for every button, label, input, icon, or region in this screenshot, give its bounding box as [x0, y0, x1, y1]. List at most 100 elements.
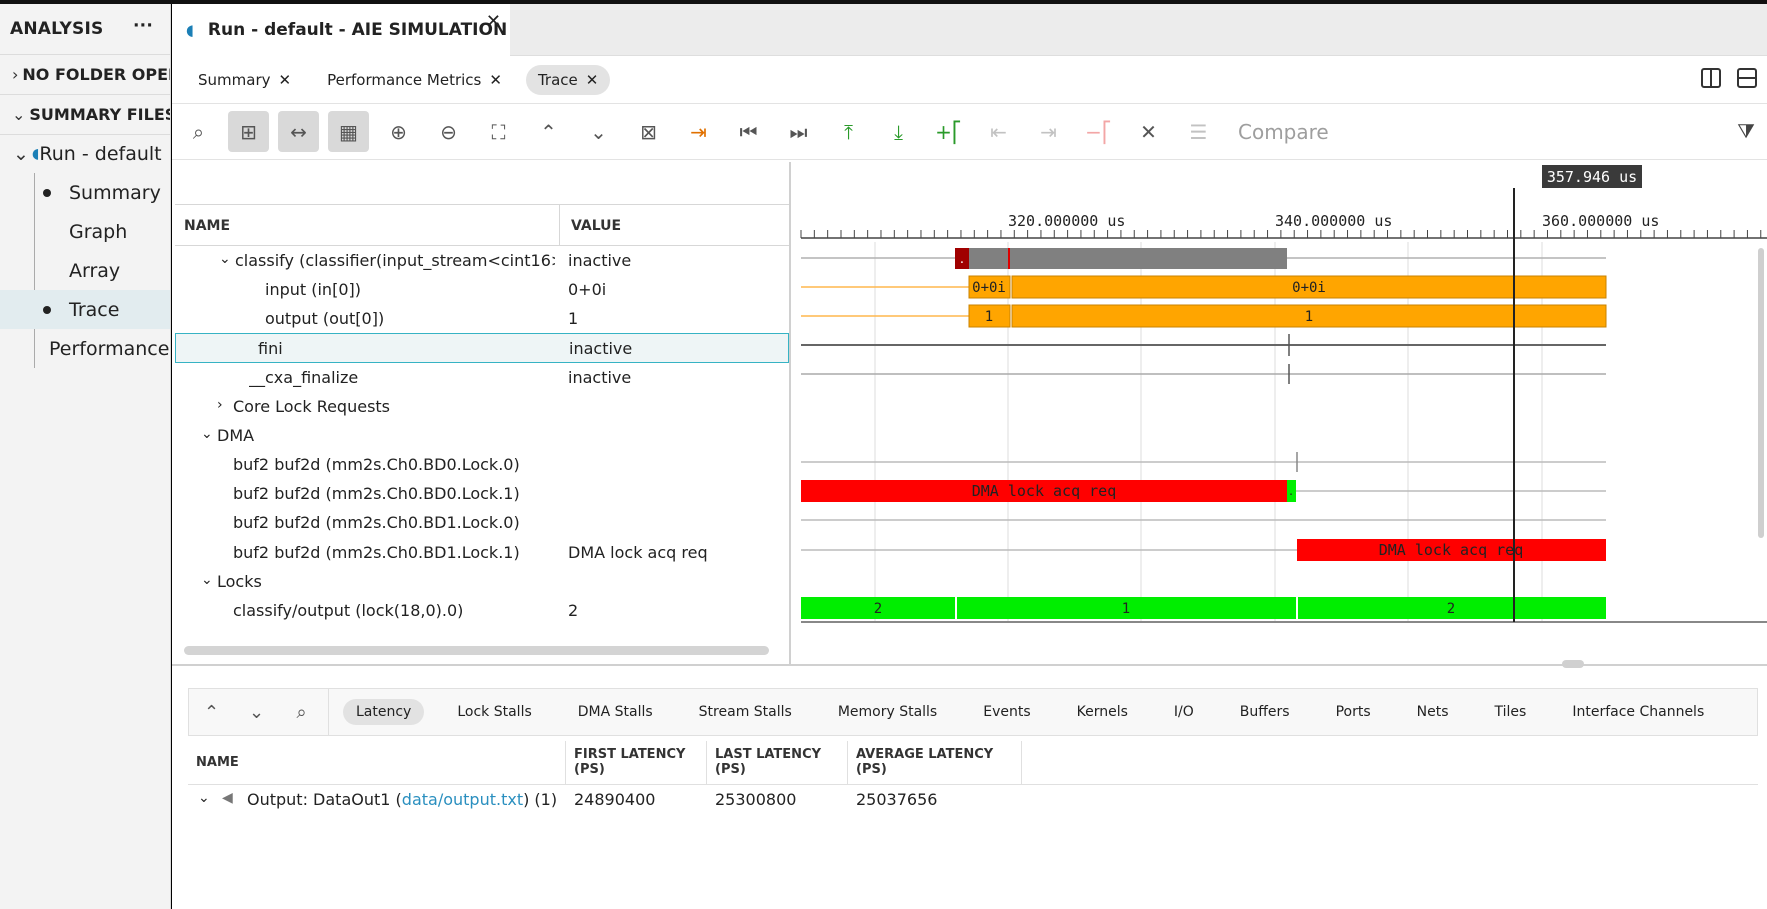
- trace-row[interactable]: __cxa_finalize inactive: [175, 363, 789, 393]
- clear-filter-icon[interactable]: ⊠: [628, 111, 669, 152]
- trace-row[interactable]: ⌄ DMA: [175, 421, 789, 451]
- split-vertical-icon[interactable]: [1701, 68, 1721, 88]
- trace-row[interactable]: input (in[0]) 0+0i: [175, 275, 789, 305]
- search-icon[interactable]: ⌕: [279, 702, 324, 723]
- tree-children: Summary Graph Array Trace Performance Me…: [0, 173, 170, 368]
- sidebar-item-trace[interactable]: Trace: [0, 290, 170, 329]
- tab-dma-stalls[interactable]: DMA Stalls: [565, 699, 666, 725]
- classify-active-bar: [955, 248, 1287, 269]
- chevron-down-icon[interactable]: ⌄: [198, 790, 210, 806]
- waveform-panel[interactable]: 357.946 us 320.000000 us 340.000000 us 3…: [793, 162, 1767, 664]
- expand-all-icon[interactable]: ⌄: [578, 111, 619, 152]
- toolbar-separator: [328, 689, 329, 735]
- first-transition-icon[interactable]: ⏮: [728, 111, 769, 152]
- zoom-out-icon[interactable]: ⊖: [428, 111, 469, 152]
- tab-summary[interactable]: Summary ✕: [186, 65, 303, 95]
- tab-buffers[interactable]: Buffers: [1227, 699, 1303, 725]
- close-icon[interactable]: ✕: [586, 71, 599, 89]
- trace-row[interactable]: buf2 buf2d (mm2s.Ch0.BD0.Lock.1): [175, 479, 789, 509]
- close-icon[interactable]: ✕: [489, 71, 502, 89]
- lock-label-b: 1: [1122, 601, 1130, 617]
- no-folder-section[interactable]: › NO FOLDER OPENED: [0, 54, 170, 94]
- chevron-down-icon[interactable]: ⌄: [201, 572, 213, 588]
- tab-events[interactable]: Events: [970, 699, 1043, 725]
- dma-ack-dot: .: [1289, 484, 1293, 498]
- more-actions-icon[interactable]: ···: [133, 16, 153, 36]
- zoom-in-icon[interactable]: ⊕: [378, 111, 419, 152]
- cursor-time-label: 357.946 us: [1547, 168, 1637, 186]
- tab-tiles[interactable]: Tiles: [1482, 699, 1540, 725]
- tab-stream-stalls[interactable]: Stream Stalls: [686, 699, 805, 725]
- fit-horizontal-icon[interactable]: ↔: [278, 111, 319, 152]
- name-column-header: NAME: [184, 218, 231, 234]
- resize-handle[interactable]: [1562, 660, 1584, 668]
- zoom-fit-icon[interactable]: ⛶: [478, 111, 519, 152]
- hierarchy-icon[interactable]: ⊞: [228, 111, 269, 152]
- trace-row[interactable]: ⌄ classify (classifier(input_stream<cint1…: [175, 246, 789, 276]
- trace-row[interactable]: fini inactive: [175, 333, 789, 363]
- tab-latency[interactable]: Latency: [343, 699, 425, 725]
- trace-row[interactable]: output (out[0]) 1: [175, 304, 789, 334]
- next-marker-icon[interactable]: ⇥: [1028, 111, 1069, 152]
- next-edge-icon[interactable]: ⤓: [878, 111, 919, 152]
- vertical-scrollbar[interactable]: [1758, 248, 1764, 538]
- sidebar-item-array[interactable]: Array: [0, 251, 170, 290]
- grid-icon[interactable]: ▦: [328, 111, 369, 152]
- input-label-b: 0+0i: [1292, 280, 1326, 296]
- trace-row[interactable]: buf2 buf2d (mm2s.Ch0.BD0.Lock.0): [175, 450, 789, 480]
- close-icon[interactable]: ✕: [486, 11, 501, 32]
- search-icon[interactable]: ⌕: [178, 111, 219, 152]
- tab-kernels[interactable]: Kernels: [1064, 699, 1141, 725]
- sidebar-item-summary[interactable]: Summary: [0, 173, 170, 212]
- collapse-all-icon[interactable]: ⌃: [189, 702, 234, 723]
- tab-ports[interactable]: Ports: [1323, 699, 1384, 725]
- last-transition-icon[interactable]: ⏭: [778, 111, 819, 152]
- horizontal-scrollbar[interactable]: [184, 646, 769, 655]
- clear-markers-icon[interactable]: ✕: [1128, 111, 1169, 152]
- trace-row-value: 0+0i: [568, 280, 607, 299]
- sidebar-item-graph[interactable]: Graph: [0, 212, 170, 251]
- last-latency-header: LAST LATENCY (PS): [707, 741, 848, 785]
- tab-nets[interactable]: Nets: [1404, 699, 1462, 725]
- trace-row[interactable]: classify/output (lock(18,0).0) 2: [175, 596, 789, 626]
- editor-tab-run[interactable]: ◖ Run - default - AIE SIMULATION ✕: [172, 4, 510, 56]
- filter-icon[interactable]: ⧩: [1737, 119, 1755, 143]
- chevron-down-icon[interactable]: ⌄: [201, 426, 213, 442]
- analysis-bottom-panel: ⌃ ⌄ ⌕ Latency Lock Stalls DMA Stalls Stream…: [172, 660, 1767, 909]
- tab-i-o[interactable]: I/O: [1161, 699, 1207, 725]
- trace-row-name: Core Lock Requests: [233, 397, 391, 416]
- trace-row[interactable]: › Core Lock Requests: [175, 392, 789, 422]
- tab-lock-stalls[interactable]: Lock Stalls: [444, 699, 544, 725]
- previous-marker-icon[interactable]: ⇤: [978, 111, 1019, 152]
- summary-files-section[interactable]: ⌄ SUMMARY FILES: [0, 94, 170, 134]
- sidebar-item-performance-metrics[interactable]: Performance Metrics: [0, 329, 170, 368]
- compare-button[interactable]: Compare: [1238, 120, 1329, 144]
- output-file-link[interactable]: data/output.txt: [402, 790, 523, 809]
- view-tab-bar: Summary ✕ Performance Metrics ✕ Trace ✕: [172, 56, 1767, 104]
- trace-row[interactable]: buf2 buf2d (mm2s.Ch0.BD1.Lock.0): [175, 508, 789, 538]
- chevron-down-icon[interactable]: ⌄: [219, 251, 231, 267]
- close-icon[interactable]: ✕: [279, 71, 292, 89]
- trace-row-value: inactive: [569, 339, 633, 358]
- tab-performance-metrics[interactable]: Performance Metrics ✕: [315, 65, 514, 95]
- trace-toolbar: ⌕ ⊞ ↔ ▦ ⊕ ⊖ ⛶ ⌃ ⌄ ⊠ ⇥ ⏮ ⏭ ⤒ ⤓ +⎡ ⇤ ⇥ −⎡ …: [172, 104, 1767, 160]
- tab-trace[interactable]: Trace ✕: [525, 64, 611, 95]
- chevron-right-icon[interactable]: ›: [217, 397, 223, 413]
- previous-edge-icon[interactable]: ⤒: [828, 111, 869, 152]
- split-horizontal-icon[interactable]: [1737, 68, 1757, 88]
- expand-all-icon[interactable]: ⌄: [234, 702, 279, 723]
- remove-marker-icon[interactable]: −⎡: [1078, 111, 1119, 152]
- tab-interface-channels[interactable]: Interface Channels: [1559, 699, 1717, 725]
- waveform-canvas: 357.946 us 320.000000 us 340.000000 us 3…: [800, 165, 1767, 623]
- list-icon[interactable]: ☰: [1178, 111, 1219, 152]
- goto-cursor-icon[interactable]: ⇥: [678, 111, 719, 152]
- table-row[interactable]: ⌄ ◀ Output: DataOut1 (data/output.txt) (…: [188, 785, 1758, 815]
- add-marker-icon[interactable]: +⎡: [928, 111, 969, 152]
- tab-memory-stalls[interactable]: Memory Stalls: [825, 699, 950, 725]
- collapse-all-icon[interactable]: ⌃: [528, 111, 569, 152]
- lock-label-a: 2: [874, 601, 882, 617]
- trace-row[interactable]: buf2 buf2d (mm2s.Ch0.BD1.Lock.1) DMA lock…: [175, 538, 789, 568]
- tab-label: Performance Metrics: [327, 70, 482, 89]
- trace-row[interactable]: ⌄ Locks: [175, 567, 789, 597]
- tree-root-run[interactable]: ⌄ ◖ Run - default: [0, 134, 170, 173]
